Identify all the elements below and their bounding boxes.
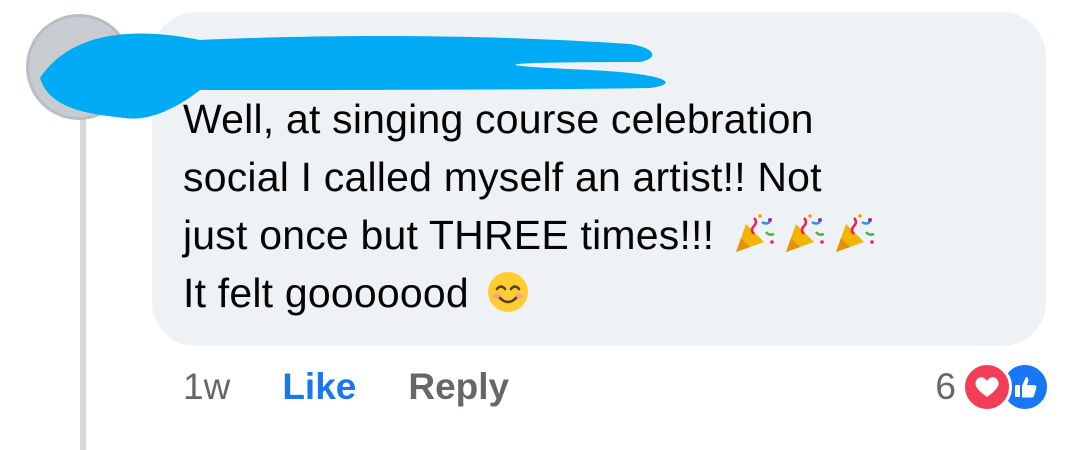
party-popper-icon xyxy=(835,214,875,253)
comment-line-2: social I called myself an artist!! Not xyxy=(183,154,822,200)
heart-icon xyxy=(962,362,1012,412)
reply-button[interactable]: Reply xyxy=(408,366,509,408)
avatar[interactable] xyxy=(26,14,132,120)
party-popper-icon xyxy=(735,214,775,253)
comment-line-3: just once but THREE times!!! xyxy=(183,206,1003,264)
comment-line-4: It felt gooooood xyxy=(183,264,1003,322)
comment-line-4-text: It felt gooooood xyxy=(183,270,469,316)
party-popper-icon xyxy=(785,214,825,253)
timestamp[interactable]: 1w xyxy=(183,366,230,408)
comment-actions: 1w Like Reply xyxy=(183,366,509,408)
thread-connector-line xyxy=(80,118,86,450)
comment-thread: Well, at singing course celebration soci… xyxy=(0,0,1080,450)
reaction-count: 6 xyxy=(935,366,956,407)
like-button[interactable]: Like xyxy=(282,366,356,408)
comment-body: Well, at singing course celebration soci… xyxy=(183,90,1003,322)
comment-line-1: Well, at singing course celebration xyxy=(183,96,814,142)
reactions-summary[interactable]: 6 xyxy=(935,362,1050,412)
comment-line-3-text: just once but THREE times!!! xyxy=(183,212,715,258)
smiling-face-icon xyxy=(488,272,529,313)
